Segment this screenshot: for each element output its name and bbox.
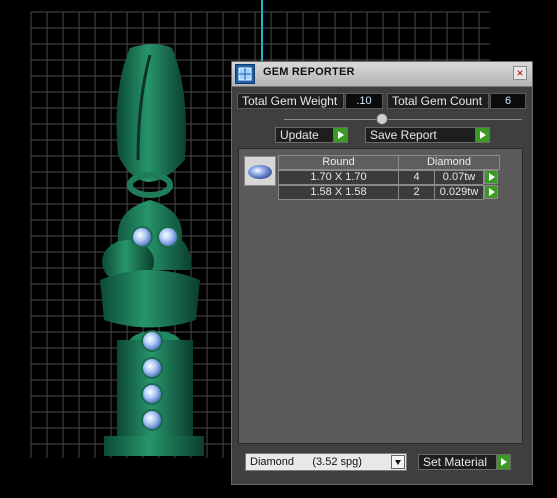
material-header: Diamond: [398, 155, 500, 170]
gem-count: 4: [398, 170, 435, 185]
play-icon: [496, 455, 510, 469]
divider-handle[interactable]: [376, 113, 388, 125]
set-material-button-label: Set Material: [423, 455, 488, 469]
row-select-button[interactable]: [484, 170, 498, 184]
total-gem-count-label: Total Gem Count: [387, 93, 489, 109]
update-button[interactable]: Update: [275, 127, 348, 143]
total-gem-weight-label: Total Gem Weight: [237, 93, 344, 109]
round-diamond-icon[interactable]: [244, 156, 276, 186]
play-icon: [333, 128, 347, 142]
panel-divider: [284, 119, 522, 120]
pendant-model[interactable]: [100, 44, 204, 456]
diamond-gem: [141, 409, 163, 431]
row-select-button[interactable]: [484, 185, 498, 199]
set-material-button[interactable]: Set Material: [418, 454, 511, 470]
material-dropdown-value: Diamond (3.52 spg): [250, 456, 362, 468]
save-report-button[interactable]: Save Report: [365, 127, 490, 143]
3d-viewport[interactable]: GEM REPORTER × Total Gem Weight .10 Tota…: [0, 0, 557, 498]
window-title: GEM REPORTER: [263, 66, 355, 78]
diamond-gem: [157, 226, 179, 248]
total-gem-weight-value: .10: [345, 93, 383, 109]
gem-list: Round Diamond 1.70 X 1.70 4 0.07tw 1.58 …: [238, 148, 523, 444]
update-button-label: Update: [280, 128, 319, 142]
gem-reporter-panel: GEM REPORTER × Total Gem Weight .10 Tota…: [231, 61, 533, 485]
title-bar[interactable]: GEM REPORTER ×: [232, 62, 532, 87]
gem-reporter-icon: [235, 64, 255, 84]
gem-weight: 0.029tw: [434, 185, 484, 200]
save-report-button-label: Save Report: [370, 128, 437, 142]
diamond-gem: [141, 383, 163, 405]
material-dropdown[interactable]: Diamond (3.52 spg): [245, 453, 407, 471]
diamond-gem: [141, 330, 163, 352]
close-button[interactable]: ×: [513, 66, 527, 80]
diamond-gem: [141, 357, 163, 379]
play-icon: [475, 128, 489, 142]
gem-size: 1.58 X 1.58: [278, 185, 399, 200]
gem-size: 1.70 X 1.70: [278, 170, 399, 185]
diamond-gem: [131, 226, 153, 248]
total-gem-count-value: 6: [490, 93, 526, 109]
shape-header: Round: [278, 155, 399, 170]
gem-weight: 0.07tw: [434, 170, 484, 185]
gem-count: 2: [398, 185, 435, 200]
chevron-down-icon[interactable]: [391, 455, 405, 469]
